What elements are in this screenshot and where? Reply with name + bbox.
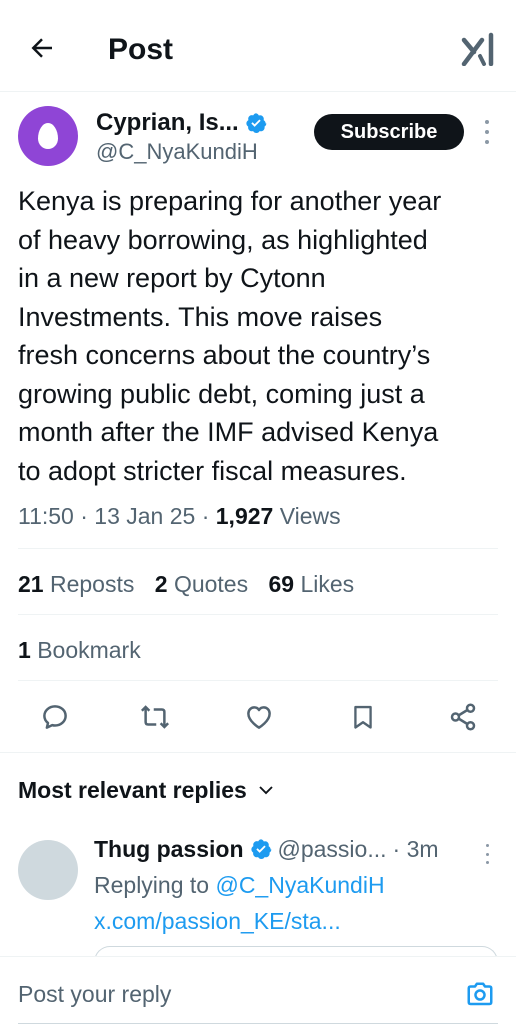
- more-options-icon[interactable]: [480, 120, 494, 144]
- reply-sort-dropdown[interactable]: Most relevant replies: [18, 774, 275, 806]
- top-bar: Post: [0, 0, 516, 92]
- share-button[interactable]: [446, 700, 480, 734]
- subscribe-button[interactable]: Subscribe: [314, 114, 464, 150]
- bookmarks-stat[interactable]: 1 Bookmark: [18, 634, 141, 666]
- author-name: Cyprian, Is...: [96, 109, 239, 136]
- post-stats: 21 Reposts 2 Quotes 69 Likes: [18, 568, 368, 600]
- replying-to: Replying to @C_NyaKundiH: [94, 872, 385, 898]
- reply-author-handle[interactable]: @passio...: [278, 834, 387, 864]
- reply-sort-label: Most relevant replies: [18, 777, 247, 803]
- grok-button[interactable]: [460, 32, 498, 67]
- author-handle[interactable]: @C_NyaKundiH: [96, 138, 258, 166]
- like-icon: [247, 706, 271, 729]
- verified-badge-icon: [246, 113, 267, 133]
- arrow-left-icon: [31, 38, 52, 58]
- reposts-stat[interactable]: 21 Reposts: [18, 571, 134, 597]
- action-bar: [18, 694, 498, 740]
- page-title: Post: [108, 33, 174, 66]
- author-name-row[interactable]: Cyprian, Is...: [96, 108, 267, 138]
- reply-composer: Post your reply: [0, 956, 516, 1024]
- reply-header: Thug passion @passio... · 3m: [94, 834, 439, 864]
- bookmark-button[interactable]: [346, 700, 380, 734]
- post-timestamp[interactable]: 11:50 · 13 Jan 25 ·: [18, 503, 216, 529]
- egg-icon: [38, 123, 58, 149]
- likes-stat[interactable]: 69 Likes: [268, 571, 354, 597]
- camera-button[interactable]: [464, 979, 496, 1009]
- share-icon: [450, 703, 476, 731]
- like-button[interactable]: [242, 700, 276, 734]
- quotes-stat[interactable]: 2 Quotes: [155, 571, 248, 597]
- back-button[interactable]: [24, 30, 60, 66]
- avatar[interactable]: [18, 106, 78, 166]
- divider: [18, 680, 498, 681]
- reply-icon: [43, 705, 67, 729]
- reply-author-name[interactable]: Thug passion: [94, 834, 244, 864]
- divider: [18, 548, 498, 549]
- camera-icon: [467, 982, 493, 1006]
- chevron-down-icon: [259, 786, 273, 795]
- grok-icon: [461, 32, 494, 67]
- reply-item[interactable]: Thug passion @passio... · 3m Replying to…: [18, 834, 498, 966]
- views-count: 1,927: [215, 503, 274, 529]
- verified-badge-icon: [250, 839, 271, 859]
- repost-icon: [140, 705, 170, 729]
- more-options-icon[interactable]: [482, 844, 492, 864]
- divider: [18, 614, 498, 615]
- divider: [0, 752, 516, 753]
- replying-to-link[interactable]: @C_NyaKundiH: [215, 872, 384, 898]
- post-text: Kenya is preparing for another year of h…: [18, 186, 442, 486]
- views-label: Views: [273, 503, 341, 529]
- reply-link[interactable]: x.com/passion_KE/sta...: [94, 906, 341, 936]
- reply-input[interactable]: Post your reply: [18, 979, 171, 1009]
- post-author: Cyprian, Is... @C_NyaKundiH Subscribe: [18, 106, 498, 168]
- repost-button[interactable]: [138, 700, 172, 734]
- reply-timestamp: · 3m: [392, 836, 439, 862]
- reply-avatar[interactable]: [18, 840, 78, 900]
- post-meta: 11:50 · 13 Jan 25 · 1,927 Views: [18, 500, 341, 532]
- bookmark-icon: [354, 705, 372, 729]
- reply-button[interactable]: [38, 700, 72, 734]
